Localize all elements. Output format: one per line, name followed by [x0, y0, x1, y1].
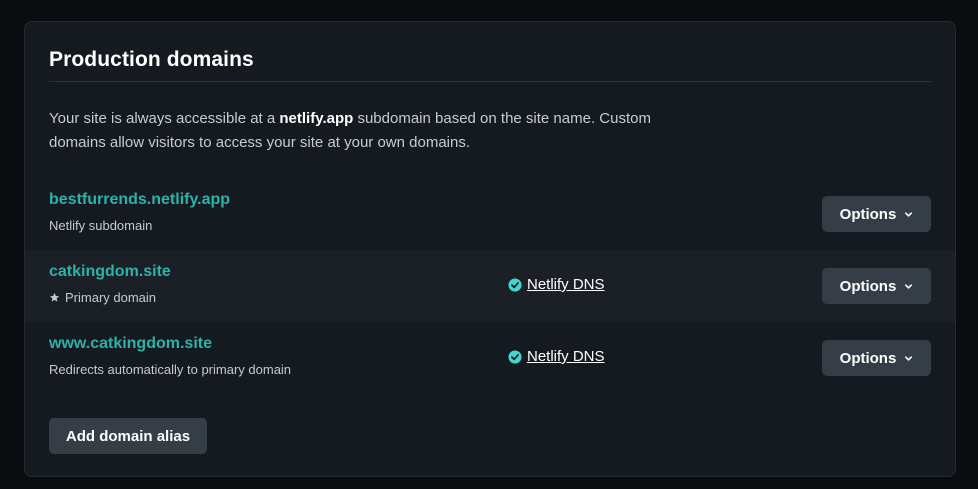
chevron-down-icon: [905, 211, 913, 217]
domain-row: www.catkingdom.site Redirects automatica…: [25, 322, 955, 394]
domain-link[interactable]: bestfurrends.netlify.app: [49, 191, 230, 209]
options-button-label: Options: [839, 205, 897, 223]
check-circle-icon: [508, 349, 522, 364]
options-button[interactable]: Options: [822, 196, 931, 232]
chevron-down-icon: [905, 283, 913, 289]
chevron-down-icon: [905, 355, 913, 361]
check-circle-icon: [508, 277, 522, 292]
dns-status: Netlify DNS: [508, 348, 605, 365]
domain-row: bestfurrends.netlify.app Netlify subdoma…: [25, 178, 955, 250]
domain-link[interactable]: www.catkingdom.site: [49, 335, 212, 353]
options-button[interactable]: Options: [822, 268, 931, 304]
options-button-label: Options: [839, 277, 897, 295]
options-button[interactable]: Options: [822, 340, 931, 376]
description-emphasis: netlify.app: [279, 110, 354, 127]
domain-subtitle-text: Redirects automatically to primary domai…: [49, 362, 292, 377]
domain-subtitle-text: Netlify subdomain: [49, 218, 153, 233]
title-divider: [49, 81, 931, 82]
domain-link[interactable]: catkingdom.site: [49, 263, 171, 281]
star-icon: [49, 292, 60, 302]
netlify-dns-link[interactable]: Netlify DNS: [527, 348, 605, 365]
section-title: Production domains: [49, 48, 254, 71]
domain-subtitle-text: Primary domain: [65, 290, 157, 305]
add-domain-alias-button[interactable]: Add domain alias: [49, 418, 207, 454]
dns-status: Netlify DNS: [508, 276, 605, 293]
section-description: Your site is always accessible at a netl…: [49, 107, 699, 155]
netlify-dns-link[interactable]: Netlify DNS: [527, 276, 605, 293]
description-text-start: Your site is always accessible at a: [49, 110, 280, 127]
domain-subtitle: Netlify subdomain: [49, 218, 152, 233]
domain-row: catkingdom.site Primary domain Netlify D…: [25, 250, 955, 322]
domain-subtitle: Primary domain: [49, 290, 156, 305]
production-domains-card: Production domains Your site is always a…: [24, 21, 956, 477]
options-button-label: Options: [839, 349, 897, 367]
domain-subtitle: Redirects automatically to primary domai…: [49, 362, 291, 377]
